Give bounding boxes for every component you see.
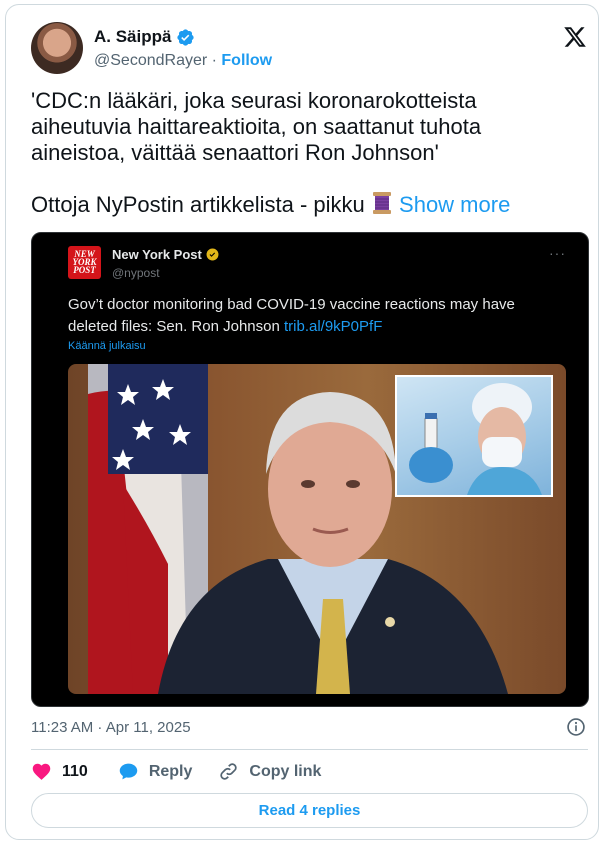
quoted-post-link: trib.al/9kP0PfF [283, 318, 383, 335]
author-handle-row: @SecondRayer · Follow [94, 52, 272, 70]
copy-link-label: Copy link [249, 762, 322, 780]
tweet-text-line1: 'CDC:n lääkäri, joka seurasi koronarokot… [31, 88, 482, 165]
author-name-row: A. Säippä [94, 27, 195, 47]
info-icon[interactable] [566, 717, 586, 737]
avatar[interactable] [31, 22, 83, 74]
quoted-author-handle: @nypost [112, 266, 160, 280]
reply-bubble-icon [119, 763, 138, 780]
thread-spool-icon [372, 192, 391, 214]
follow-button[interactable]: Follow [221, 52, 272, 69]
verified-badge-icon [177, 28, 195, 46]
link-icon [220, 763, 238, 780]
like-button[interactable]: 110 [31, 761, 88, 782]
tweet-text: 'CDC:n lääkäri, joka seurasi koronarokot… [31, 88, 581, 166]
reply-button[interactable]: Reply [118, 761, 193, 782]
vaccine-inset-photo [395, 375, 553, 497]
new-york-post-logo: NEW YORK POST [68, 246, 101, 279]
divider [31, 749, 588, 750]
action-bar: 110 Reply Copy link [31, 761, 321, 782]
read-replies-button[interactable]: Read 4 replies [31, 793, 588, 828]
gold-verified-icon [206, 248, 219, 261]
show-more-link[interactable]: Show more [399, 192, 510, 217]
separator: · [207, 52, 222, 69]
heart-icon [32, 763, 51, 780]
quoted-author-name: New York Post [112, 247, 202, 262]
tweet-text-line2-row: Ottoja NyPostin artikkelista - pikku Sho… [31, 191, 510, 218]
quoted-post-text-row: Gov’t doctor monitoring bad COVID-19 vac… [68, 294, 568, 338]
quoted-post-media[interactable]: NEW YORK POST New York Post @nypost ··· Go… [31, 232, 589, 707]
tweet-card: A. Säippä @SecondRayer · Follow 'CDC:n l… [5, 4, 599, 840]
quoted-author-name-row: New York Post [112, 247, 219, 262]
tweet-text-line2: Ottoja NyPostin artikkelista - pikku [31, 192, 365, 217]
author-name[interactable]: A. Säippä [94, 27, 171, 47]
like-count: 110 [62, 762, 88, 780]
nurse-with-vial-illustration [409, 383, 542, 495]
post-timestamp[interactable]: 11:23 AM · Apr 11, 2025 [31, 719, 191, 736]
copy-link-button[interactable]: Copy link [218, 761, 321, 782]
author-handle[interactable]: @SecondRayer [94, 52, 207, 69]
reply-label: Reply [148, 762, 193, 780]
x-logo-icon[interactable] [562, 25, 588, 49]
translate-post-label: Käännä julkaisu [68, 340, 146, 352]
more-options-icon: ··· [549, 245, 566, 261]
